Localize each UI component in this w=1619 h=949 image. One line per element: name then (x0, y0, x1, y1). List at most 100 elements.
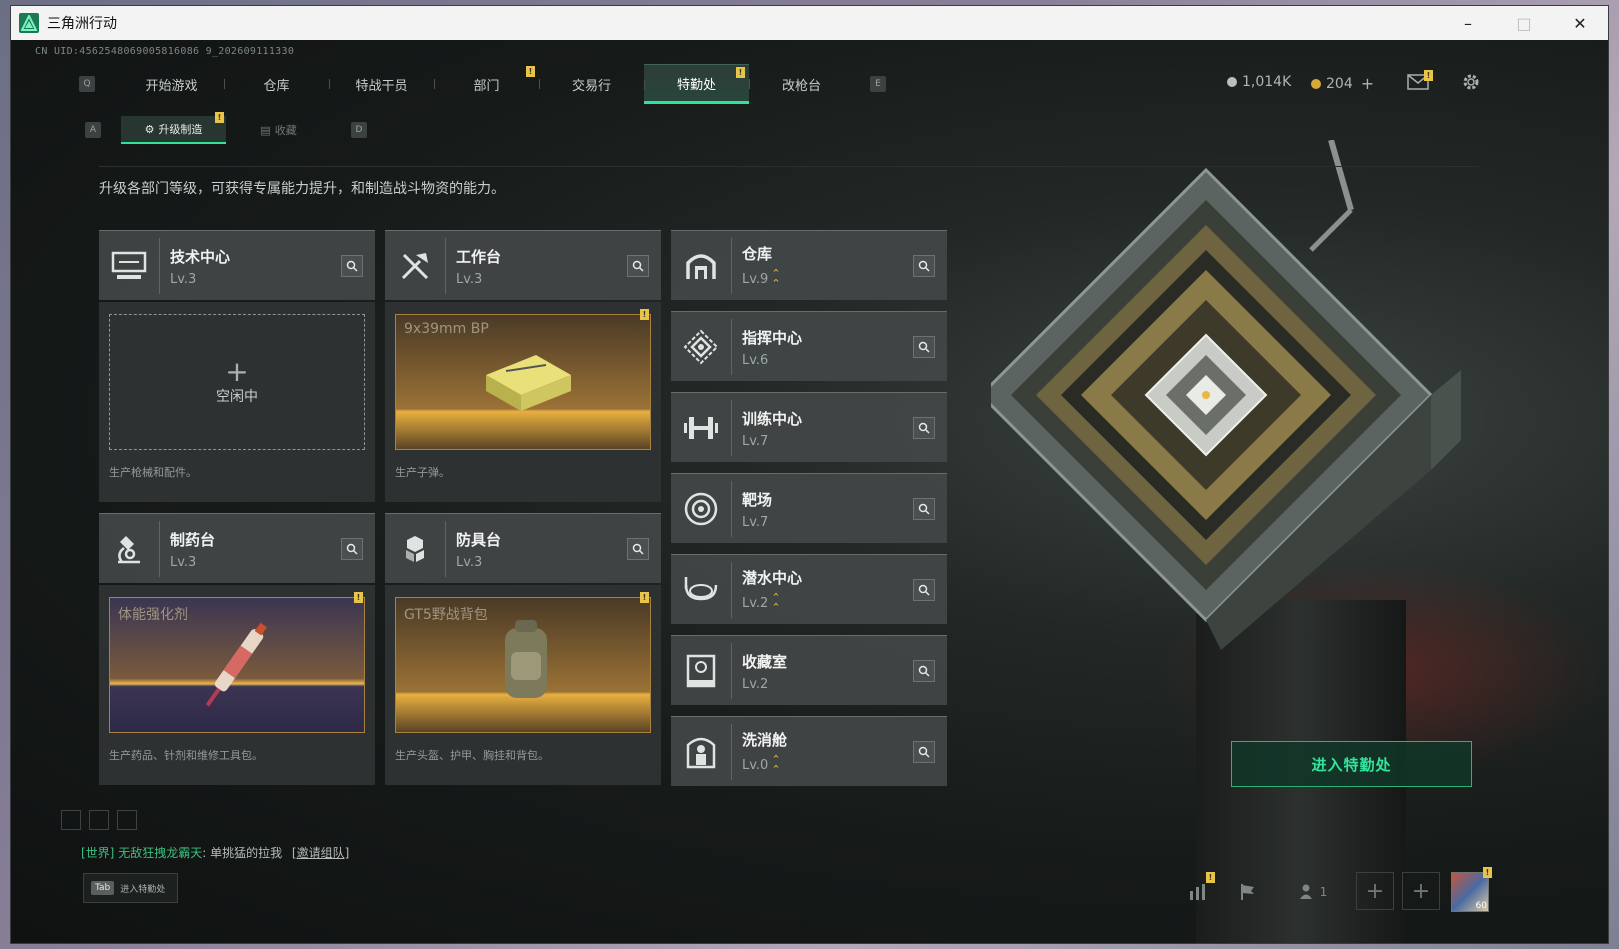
tab-start-game[interactable]: 开始游戏 (119, 64, 224, 104)
station-description: 生产头盔、护甲、胸挂和背包。 (395, 749, 549, 762)
command-icon (671, 312, 731, 382)
add-teammate-button[interactable]: + (1356, 872, 1394, 910)
tab-label: 特战干员 (355, 78, 408, 94)
craft-icon: ⚙ (144, 122, 155, 136)
player-level: 60 (1475, 901, 1487, 911)
upgrade-arrow-icon: ⌃ ⌃ (771, 267, 781, 290)
tab-trading[interactable]: 交易行 (539, 64, 644, 104)
chat-channel[interactable]: [世界] (81, 846, 114, 860)
search-icon[interactable] (627, 538, 649, 560)
diving-mask-icon (671, 555, 731, 625)
station-level: Lv.3 (170, 271, 197, 287)
facility-level: Lv.2 (742, 676, 769, 692)
tab-warehouse[interactable]: 仓库 (224, 64, 329, 104)
notification-badge: ! (1424, 70, 1433, 81)
syringe-icon (205, 622, 267, 707)
close-button[interactable]: ✕ (1552, 6, 1608, 40)
tab-special-ops[interactable]: 特勤处! (644, 64, 749, 104)
facility-card-shooting-range[interactable]: 靶场 Lv.7 (671, 473, 947, 543)
production-slot-item[interactable]: GT5野战背包 ! (395, 592, 651, 733)
empty-production-slot[interactable]: + 空闲中 (109, 314, 365, 450)
tab-label: 开始游戏 (145, 78, 198, 94)
armor-icon (385, 514, 445, 584)
tab-key: Tab (91, 881, 115, 895)
tab-departments[interactable]: 部门! (434, 64, 539, 104)
decon-icon (671, 717, 731, 787)
tab-shortcut-hint[interactable]: Tab 进入特勤处 (83, 873, 178, 903)
station-description: 生产药品、针剂和维修工具包。 (109, 749, 263, 762)
silver-amount: 1,014K (1242, 74, 1292, 90)
chat-nickname[interactable]: 无敌狂拽龙霸天 (118, 846, 202, 860)
add-currency-button[interactable]: + (1361, 74, 1374, 93)
tab-label: 部门 (473, 78, 500, 94)
search-icon[interactable] (913, 660, 935, 682)
ammo-box-icon (486, 355, 571, 411)
facility-card-warehouse[interactable]: 仓库 Lv.9 ⌃ ⌃ (671, 230, 947, 300)
tab-label: 改枪台 (781, 78, 821, 94)
collection-icon (671, 636, 731, 706)
silver-coin-icon (1227, 77, 1237, 87)
search-icon[interactable] (913, 579, 935, 601)
upgrade-arrow-icon: ⌃ ⌃ (771, 591, 781, 614)
mail-icon[interactable]: ! (1403, 70, 1433, 94)
gold-coin-icon (1311, 78, 1321, 89)
backpack-icon (505, 620, 547, 698)
player-avatar[interactable]: 60 ! (1451, 867, 1492, 912)
search-icon[interactable] (341, 255, 363, 277)
friends-count: 1 (1319, 885, 1328, 899)
search-icon[interactable] (913, 255, 935, 277)
invite-team-link[interactable]: [邀请组队] (292, 846, 349, 860)
facility-name: 潜水中心 (742, 569, 803, 587)
station-card-armor-bench[interactable]: 防具台 Lv.3 (385, 513, 661, 583)
production-slot-panel: + 空闲中 生产枪械和配件。 (99, 302, 375, 502)
tab-gunsmith[interactable]: 改枪台 (749, 64, 854, 104)
settings-gear-icon[interactable] (1456, 70, 1486, 94)
subtab-collection[interactable]: ▤ 收藏 (226, 116, 331, 144)
station-card-tech-center[interactable]: 技术中心 Lv.3 (99, 230, 375, 300)
subtab-upgrade-craft[interactable]: ⚙ 升级制造 ! (121, 112, 226, 144)
decorative-square (89, 810, 109, 830)
facility-card-decon-chamber[interactable]: 洗消舱 Lv.0 ⌃ ⌃ (671, 716, 947, 786)
station-name: 防具台 (456, 530, 502, 549)
maximize-button[interactable]: □ (1496, 6, 1552, 40)
decorative-square (117, 810, 137, 830)
facility-card-command-center[interactable]: 指挥中心 Lv.6 (671, 311, 947, 381)
friends-icon[interactable]: 1 (1293, 878, 1333, 906)
facility-card-collection-room[interactable]: 收藏室 Lv.2 (671, 635, 947, 705)
facility-level: Lv.6 (742, 352, 769, 368)
minimize-button[interactable]: – (1440, 6, 1496, 40)
search-icon[interactable] (913, 741, 935, 763)
notification-badge: ! (640, 592, 649, 603)
notification-badge: ! (640, 309, 649, 320)
production-slot-item[interactable]: 体能强化剂 ! (109, 592, 365, 733)
search-icon[interactable] (913, 417, 935, 439)
uid-text: CN UID:4562548069005816086 9_20260911133… (35, 46, 295, 57)
facility-name: 指挥中心 (742, 328, 803, 347)
subtab-label: 升级制造 (158, 123, 203, 136)
microscope-icon (99, 514, 159, 584)
facility-card-diving-center[interactable]: 潜水中心 Lv.2 ⌃ ⌃ (671, 554, 947, 624)
divider (99, 166, 1479, 167)
station-description: 生产枪械和配件。 (109, 466, 197, 479)
tools-icon (385, 231, 445, 301)
production-slot-item[interactable]: 9x39mm BP ! (395, 309, 651, 450)
facility-card-training-center[interactable]: 训练中心 Lv.7 (671, 392, 947, 462)
search-icon[interactable] (341, 538, 363, 560)
flag-icon[interactable] (1233, 878, 1263, 906)
station-card-pharmacy[interactable]: 制药台 Lv.3 (99, 513, 375, 583)
tab-operators[interactable]: 特战干员 (329, 64, 434, 104)
station-level: Lv.3 (456, 554, 483, 570)
search-icon[interactable] (913, 336, 935, 358)
enter-special-ops-button[interactable]: 进入特勤处 (1231, 741, 1472, 787)
station-card-workbench[interactable]: 工作台 Lv.3 (385, 230, 661, 300)
search-icon[interactable] (913, 498, 935, 520)
production-slot-panel: GT5野战背包 ! 生产头盔、护甲、胸挂和背包。 (385, 585, 661, 785)
production-slot-panel: 9x39mm BP ! 生产子弹。 (385, 302, 661, 502)
add-teammate-button[interactable]: + (1402, 872, 1440, 910)
notification-badge: ! (736, 67, 745, 78)
special-ops-cube-illustration (978, 139, 1511, 660)
notification-badge: ! (1483, 867, 1492, 878)
search-icon[interactable] (627, 255, 649, 277)
warehouse-icon (671, 231, 731, 301)
stats-icon[interactable]: ! (1183, 872, 1215, 906)
